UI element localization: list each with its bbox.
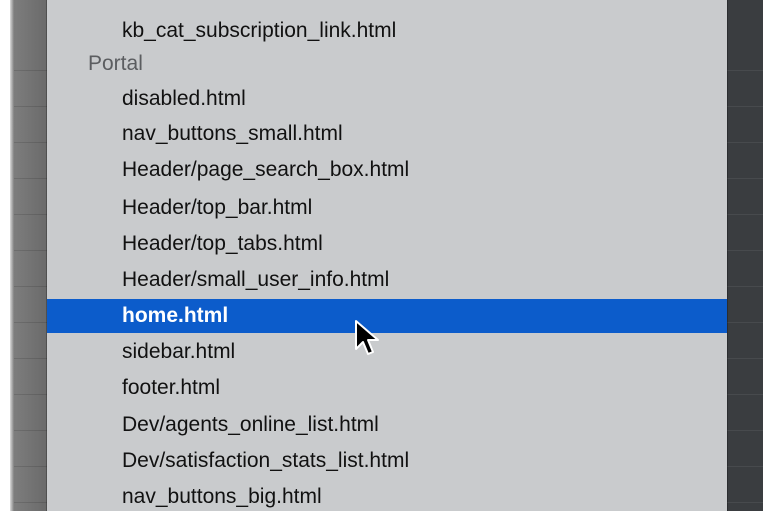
left-editor-gutter (0, 0, 47, 511)
editor-background (727, 0, 763, 511)
menu-item-dev-agents-online-list[interactable]: Dev/agents_online_list.html (47, 408, 727, 442)
menu-item-dev-satisfaction-stats-list[interactable]: Dev/satisfaction_stats_list.html (47, 444, 727, 478)
gutter-line (14, 70, 47, 71)
editor-line (727, 214, 763, 215)
menu-item-nav-buttons-small[interactable]: nav_buttons_small.html (47, 117, 727, 151)
editor-line (727, 178, 763, 179)
editor-line (727, 358, 763, 359)
menu-item-kb-cat-subscription-link[interactable]: kb_cat_subscription_link.html (47, 14, 727, 48)
template-dropdown-menu[interactable]: kb_cat_subscription_link.html Portal dis… (47, 0, 727, 511)
gutter-line (14, 142, 47, 143)
editor-line (727, 322, 763, 323)
editor-line (727, 502, 763, 503)
gutter-line (14, 394, 47, 395)
editor-line (727, 466, 763, 467)
menu-item-home[interactable]: home.html (47, 299, 727, 333)
menu-item-header-top-bar[interactable]: Header/top_bar.html (47, 191, 727, 225)
screen: kb_cat_subscription_link.html Portal dis… (0, 0, 763, 511)
menu-section-portal: Portal (88, 52, 143, 75)
editor-line (727, 250, 763, 251)
editor-line (727, 394, 763, 395)
gutter-line (14, 502, 47, 503)
editor-line (727, 286, 763, 287)
menu-item-header-top-tabs[interactable]: Header/top_tabs.html (47, 227, 727, 261)
editor-line (727, 106, 763, 107)
gutter-line (14, 250, 47, 251)
gutter-line (14, 466, 47, 467)
editor-line (727, 142, 763, 143)
menu-item-header-page-search-box[interactable]: Header/page_search_box.html (47, 153, 727, 187)
mouse-pointer-icon (355, 320, 379, 355)
gutter-line (14, 430, 47, 431)
menu-item-footer[interactable]: footer.html (47, 371, 727, 405)
menu-item-header-small-user-info[interactable]: Header/small_user_info.html (47, 263, 727, 297)
gutter-line (14, 286, 47, 287)
editor-line (727, 70, 763, 71)
menu-item-nav-buttons-big[interactable]: nav_buttons_big.html (47, 480, 727, 511)
gutter-line (14, 322, 47, 323)
menu-item-disabled[interactable]: disabled.html (47, 82, 727, 116)
gutter-line (14, 214, 47, 215)
gutter-line (14, 358, 47, 359)
gutter-line (14, 178, 47, 179)
menu-item-sidebar[interactable]: sidebar.html (47, 335, 727, 369)
editor-line (727, 430, 763, 431)
gutter-line (14, 106, 47, 107)
